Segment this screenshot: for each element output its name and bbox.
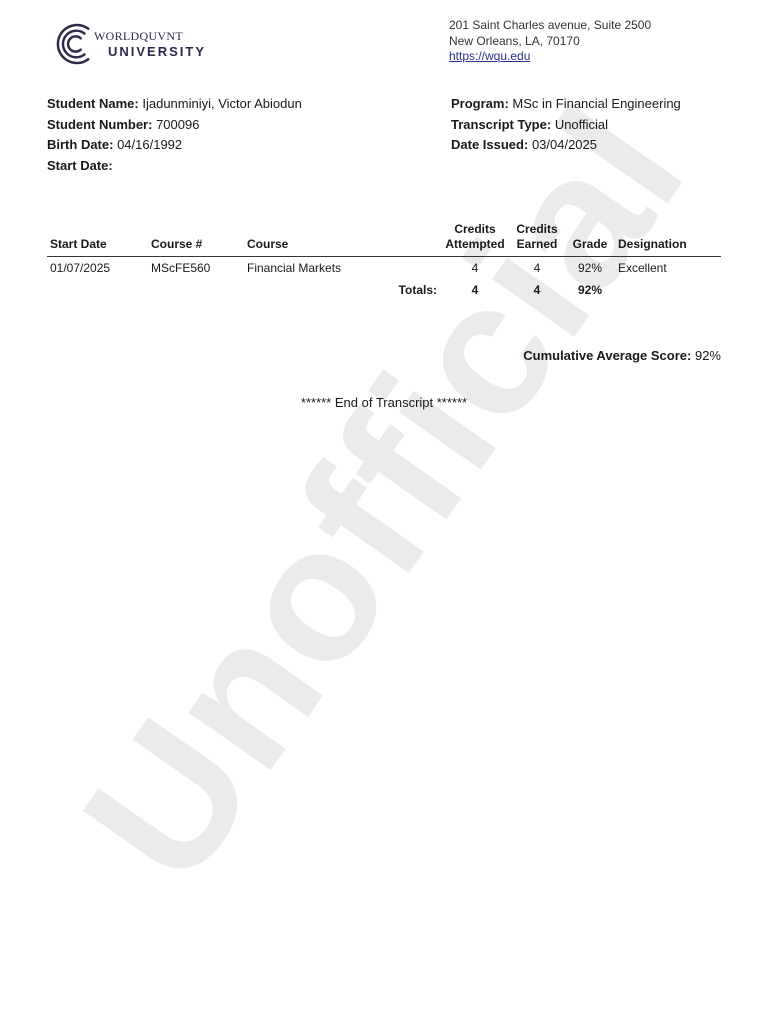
date-issued-value: 03/04/2025 xyxy=(531,137,598,152)
cumulative-label: Cumulative Average Score: xyxy=(523,348,692,363)
website-link[interactable]: https://wqu.edu xyxy=(449,49,530,63)
program-value: MSc in Financial Engineering xyxy=(512,96,681,111)
totals-credits-earned: 4 xyxy=(533,283,541,297)
header-credits-earned: Credits Earned xyxy=(509,222,565,257)
date-issued-label: Date Issued: xyxy=(451,137,529,152)
university-logo: WORLDQUVNT UNIVERSITY xyxy=(56,18,206,70)
birth-date-value: 04/16/1992 xyxy=(117,137,183,152)
student-number-value: 700096 xyxy=(156,116,200,132)
start-date-row: Start Date: xyxy=(47,156,302,177)
cell-credits-attempted: 4 xyxy=(471,261,479,275)
birth-date-row: Birth Date: 04/16/1992 xyxy=(47,135,302,156)
program-info: Program: MSc in Financial Engineering Tr… xyxy=(451,94,681,156)
cumulative-average: Cumulative Average Score: 92% xyxy=(523,348,721,363)
table-row: 01/07/2025 MScFE560 Financial Markets 4 … xyxy=(47,257,721,280)
totals-label: Totals: xyxy=(398,283,437,297)
cell-credits-earned: 4 xyxy=(533,261,541,275)
student-number-row: Student Number: 700096 xyxy=(47,115,302,136)
header-credits-attempted-line1: Credits xyxy=(454,222,496,236)
birth-date-label: Birth Date: xyxy=(47,137,114,152)
cell-course-number: MScFE560 xyxy=(151,261,211,275)
program-label: Program: xyxy=(451,96,509,111)
header-credits-attempted-line2: Attempted xyxy=(445,237,505,251)
student-name-row: Student Name: Ijadunminiyi, Victor Abiod… xyxy=(47,94,302,115)
student-number-label: Student Number: xyxy=(47,116,153,132)
student-name-label: Student Name: xyxy=(47,96,139,111)
address-line2: New Orleans, LA, 70170 xyxy=(449,33,580,48)
university-logo-icon xyxy=(56,23,90,65)
transcript-type-value: Unofficial xyxy=(554,116,609,132)
table-header-row: Start Date Course # Course Credits Attem… xyxy=(47,222,721,257)
start-date-label: Start Date: xyxy=(47,157,113,173)
header-course: Course xyxy=(244,222,441,257)
date-issued-row: Date Issued: 03/04/2025 xyxy=(451,135,681,156)
end-of-transcript: ****** End of Transcript ****** xyxy=(300,395,468,410)
logo-name-line1: WORLDQUVNT xyxy=(94,29,183,43)
cell-start-date: 01/07/2025 xyxy=(50,261,111,275)
address-line1: 201 Saint Charles avenue, Suite 2500 xyxy=(449,18,652,32)
header-credits-earned-line2: Earned xyxy=(516,237,558,251)
cell-course: Financial Markets xyxy=(247,261,342,275)
header-designation: Designation xyxy=(615,222,721,257)
institution-address: 201 Saint Charles avenue, Suite 2500 New… xyxy=(449,18,651,65)
transcript-type-label: Transcript Type: xyxy=(451,116,552,132)
header-credits-attempted: Credits Attempted xyxy=(441,222,509,257)
totals-empty xyxy=(615,279,721,301)
logo-name-line2: UNIVERSITY xyxy=(108,44,207,59)
program-row: Program: MSc in Financial Engineering xyxy=(451,94,681,115)
header-course-number: Course # xyxy=(148,222,244,257)
header-credits-earned-line1: Credits xyxy=(516,222,558,236)
student-info: Student Name: Ijadunminiyi, Victor Abiod… xyxy=(47,94,302,176)
transcript-type-row: Transcript Type: Unofficial xyxy=(451,115,681,136)
totals-grade: 92% xyxy=(577,283,603,297)
student-name-value: Ijadunminiyi, Victor Abiodun xyxy=(142,96,302,111)
totals-credits-attempted: 4 xyxy=(471,283,479,297)
totals-row: Totals: 4 4 92% xyxy=(47,279,721,301)
course-table: Start Date Course # Course Credits Attem… xyxy=(47,222,721,301)
cumulative-value: 92% xyxy=(694,348,721,363)
cell-grade: 92% xyxy=(577,261,603,275)
cell-designation: Excellent xyxy=(618,261,667,275)
header-grade: Grade xyxy=(565,222,615,257)
header-start-date: Start Date xyxy=(47,222,148,257)
